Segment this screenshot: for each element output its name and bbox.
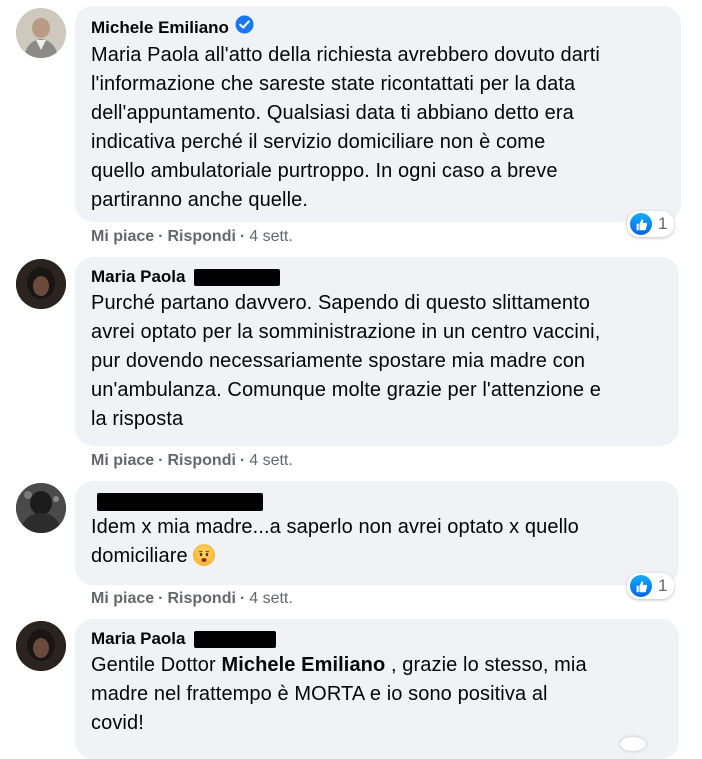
- reply-button[interactable]: Rispondi: [167, 452, 235, 470]
- comment-author[interactable]: Michele Emiliano: [91, 15, 665, 40]
- reply-button[interactable]: Rispondi: [167, 590, 235, 608]
- comment-timestamp[interactable]: 4 sett.: [249, 590, 293, 608]
- reaction-summary[interactable]: 1: [627, 573, 675, 599]
- comment-timestamp[interactable]: 4 sett.: [249, 228, 293, 246]
- comment-bubble: Maria Paola Purché partano davvero. Sape…: [75, 257, 679, 446]
- worried-face-emoji-icon: [193, 544, 216, 566]
- like-button[interactable]: Mi piace: [91, 228, 154, 246]
- avatar-maria-paola[interactable]: [16, 621, 66, 671]
- reply-button[interactable]: Rispondi: [167, 228, 235, 246]
- verified-badge-icon: [235, 15, 254, 40]
- reaction-count: 1: [658, 576, 668, 595]
- like-reaction-icon: [630, 575, 652, 597]
- reaction-summary[interactable]: 1: [627, 211, 675, 237]
- comment-author[interactable]: [91, 490, 663, 512]
- comment-actions: Mi piace · Rispondi · 4 sett.: [91, 452, 293, 470]
- comment-author[interactable]: Maria Paola: [91, 266, 663, 288]
- avatar-maria-paola[interactable]: [16, 259, 66, 309]
- avatar-michele-emiliano[interactable]: [16, 8, 66, 58]
- reaction-count: 1: [658, 214, 668, 233]
- mention-link[interactable]: Michele Emiliano: [221, 654, 385, 676]
- comment-actions: Mi piace · Rispondi · 4 sett.: [91, 228, 293, 246]
- comment-actions: Mi piace · Rispondi · 4 sett.: [91, 590, 293, 608]
- comment-bubble: Michele Emiliano Maria Paola all'atto de…: [75, 6, 681, 222]
- redaction-bar: [97, 493, 263, 511]
- redaction-bar: [193, 268, 280, 286]
- reaction-summary-partial[interactable]: [620, 737, 646, 751]
- comment-bubble: Maria Paola Gentile Dottor Michele Emili…: [75, 619, 679, 759]
- like-button[interactable]: Mi piace: [91, 590, 154, 608]
- comment-timestamp[interactable]: 4 sett.: [249, 452, 293, 470]
- like-button[interactable]: Mi piace: [91, 452, 154, 470]
- comment-author[interactable]: Maria Paola: [91, 628, 663, 650]
- like-reaction-icon: [630, 213, 652, 235]
- comment-text: Gentile Dottor Michele Emiliano , grazie…: [91, 654, 587, 734]
- avatar-redacted-user[interactable]: [16, 483, 66, 533]
- redaction-bar: [193, 630, 276, 648]
- comment-text: Idem x mia madre...a saperlo non avrei o…: [91, 516, 579, 567]
- comment-text: Purché partano davvero. Sapendo di quest…: [91, 292, 602, 430]
- comment-text: Maria Paola all'atto della richiesta avr…: [91, 44, 600, 211]
- comment-bubble: Idem x mia madre...a saperlo non avrei o…: [75, 481, 679, 585]
